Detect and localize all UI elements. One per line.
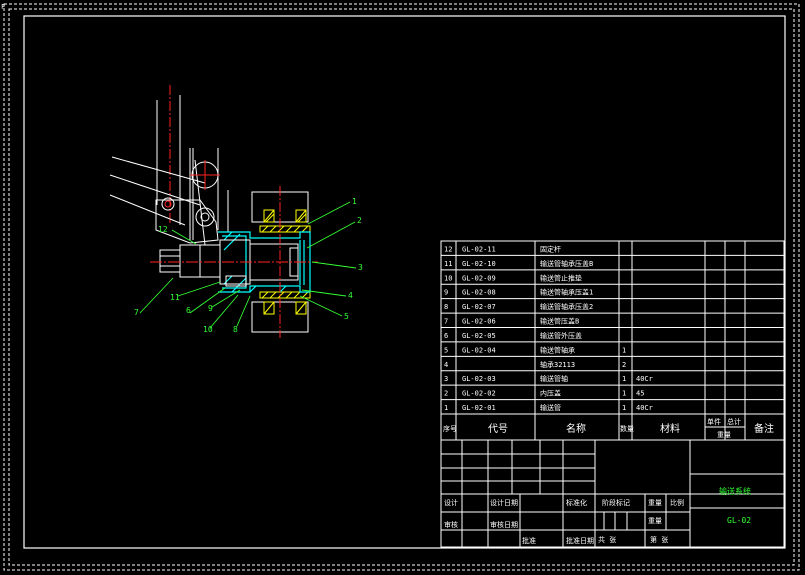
bom-cell-name: 输送管轴承压盖B bbox=[540, 259, 593, 268]
bom-header-remark: 备注 bbox=[754, 422, 774, 435]
bom-cell-name: 输送管轴 bbox=[540, 374, 568, 383]
tb-drawing-name: 输送系统 bbox=[719, 486, 751, 496]
bom-cell-name: 输送管止推垫 bbox=[540, 273, 582, 282]
balloon-label: 2 bbox=[357, 216, 362, 225]
bom-cell-material: 40Cr bbox=[636, 404, 653, 412]
tb-stage-mark: 阶段标记 bbox=[602, 498, 630, 507]
bom-cell-code: GL-02-08 bbox=[462, 289, 496, 297]
bom-cell-seq: 8 bbox=[444, 303, 448, 311]
bom-header-seq: 序号 bbox=[443, 424, 457, 433]
bearing-top bbox=[259, 209, 311, 233]
arm-line bbox=[194, 159, 206, 246]
bom-cell-seq: 11 bbox=[444, 260, 452, 268]
bom-cell-seq: 7 bbox=[444, 318, 448, 326]
tb-design-date: 设计日期 bbox=[490, 498, 518, 507]
bom-cell-code: GL-02-09 bbox=[462, 274, 496, 282]
balloon-label: 4 bbox=[348, 291, 353, 300]
balloon-label: 9 bbox=[208, 304, 213, 313]
bom-cell-code: GL-02-01 bbox=[462, 404, 496, 412]
bom-header-name: 名称 bbox=[566, 422, 586, 435]
arm-line bbox=[111, 156, 206, 184]
bom-cell-name: 输送管压盖B bbox=[540, 317, 579, 326]
tb-approve-date: 批准日期 bbox=[566, 536, 594, 545]
bom-header-material: 材料 bbox=[660, 422, 680, 435]
tb-standardization: 标准化 bbox=[566, 498, 587, 507]
tb-approve: 批准 bbox=[522, 536, 536, 545]
pin-circle bbox=[195, 207, 215, 227]
bom-cell-name: 内压盖 bbox=[540, 389, 561, 398]
bom-cell-name: 输送管外压盖 bbox=[540, 331, 582, 340]
bom-cell-seq: 10 bbox=[444, 274, 452, 282]
bom-header-code: 代号 bbox=[488, 423, 508, 435]
bom-cell-qty: 1 bbox=[622, 375, 626, 383]
bom-cell-qty: 2 bbox=[622, 361, 626, 369]
inner-border bbox=[8, 8, 795, 566]
bom-rows: 12 GL-02-11 固定杆11 GL-02-10 输送管轴承压盖B10 GL-02-0… bbox=[441, 244, 784, 412]
balloon-label: 12 bbox=[158, 225, 168, 234]
bom-cell-seq: 3 bbox=[444, 375, 448, 383]
bom-cell-code: GL-02-04 bbox=[462, 346, 496, 354]
balloon-label: 3 bbox=[358, 263, 363, 272]
bom-cell-code: GL-02-06 bbox=[462, 318, 496, 326]
bom-cell-name: 固定杆 bbox=[540, 244, 561, 253]
bom-cell-name: 输送管 bbox=[540, 403, 561, 412]
bom-cell-seq: 9 bbox=[444, 289, 448, 297]
tb-drawing-code: GL-02 bbox=[727, 516, 751, 525]
leader-lines bbox=[139, 201, 357, 329]
drawing-frame bbox=[23, 15, 786, 549]
assembly-view: 1 2 3 4 5 6 7 8 9 10 11 12 bbox=[109, 85, 363, 338]
bearing-bottom bbox=[259, 291, 311, 315]
bom-cell-qty: 1 bbox=[622, 346, 626, 354]
bom-cell-seq: 12 bbox=[444, 245, 452, 253]
bom-cell-seq: 2 bbox=[444, 390, 448, 398]
tb-weight: 重量 bbox=[648, 499, 662, 507]
bom-cell-seq: 1 bbox=[444, 404, 448, 412]
tb-check-date: 审核日期 bbox=[490, 520, 518, 529]
bom-header-single: 单件 bbox=[707, 417, 721, 426]
bom-cell-name: 输送管轴承 bbox=[540, 345, 575, 354]
bom-cell-code: GL-02-03 bbox=[462, 375, 496, 383]
bom-cell-qty: 1 bbox=[622, 390, 626, 398]
bom-cell-seq: 4 bbox=[444, 361, 448, 369]
balloon-label: 8 bbox=[233, 325, 238, 334]
balloon-label: 11 bbox=[170, 293, 180, 302]
balloon-label: 6 bbox=[186, 306, 191, 315]
bom-header-qty: 数量 bbox=[620, 424, 634, 433]
tb-weight-2: 重量 bbox=[648, 517, 662, 525]
bom-cell-name: 输送管轴承压盖1 bbox=[540, 288, 593, 297]
bom-cell-code: GL-02-10 bbox=[462, 260, 496, 268]
balloon-label: 10 bbox=[203, 325, 213, 334]
bom-cell-code: GL-02-11 bbox=[462, 245, 496, 253]
bom-cell-name: 输送管轴承压盖2 bbox=[540, 302, 593, 311]
balloon-label: 1 bbox=[352, 197, 357, 206]
bom-cell-seq: 6 bbox=[444, 332, 448, 340]
bom-cell-qty: 1 bbox=[622, 404, 626, 412]
balloon-label: 5 bbox=[344, 312, 349, 321]
tb-sheet-no: 第 张 bbox=[650, 535, 668, 544]
outer-border bbox=[3, 3, 800, 571]
bom-cell-material: 40Cr bbox=[636, 375, 653, 383]
bom-header-weight: 重量 bbox=[717, 431, 731, 439]
bom-cell-material: 45 bbox=[636, 390, 644, 398]
arm-outline bbox=[155, 199, 219, 244]
bom-cell-name: 轴承32113 bbox=[540, 360, 575, 369]
bom-header-total: 总计 bbox=[727, 417, 741, 426]
tb-design: 设计 bbox=[444, 498, 458, 507]
tb-check: 审核 bbox=[444, 520, 458, 529]
tb-scale: 比例 bbox=[670, 498, 684, 507]
tb-sheet-total: 共 张 bbox=[598, 535, 616, 544]
bom-cell-code: GL-02-02 bbox=[462, 390, 496, 398]
balloon-label: 7 bbox=[134, 308, 139, 317]
bom-cell-code: GL-02-05 bbox=[462, 332, 496, 340]
bom-cell-seq: 5 bbox=[444, 346, 448, 354]
corner-mark: F bbox=[1, 3, 5, 11]
cad-drawing-canvas: F 1 2 3 4 5 6 7 8 9 10 11 12 12 GL-02-11… bbox=[1, 3, 800, 571]
bom-cell-code: GL-02-07 bbox=[462, 303, 496, 311]
